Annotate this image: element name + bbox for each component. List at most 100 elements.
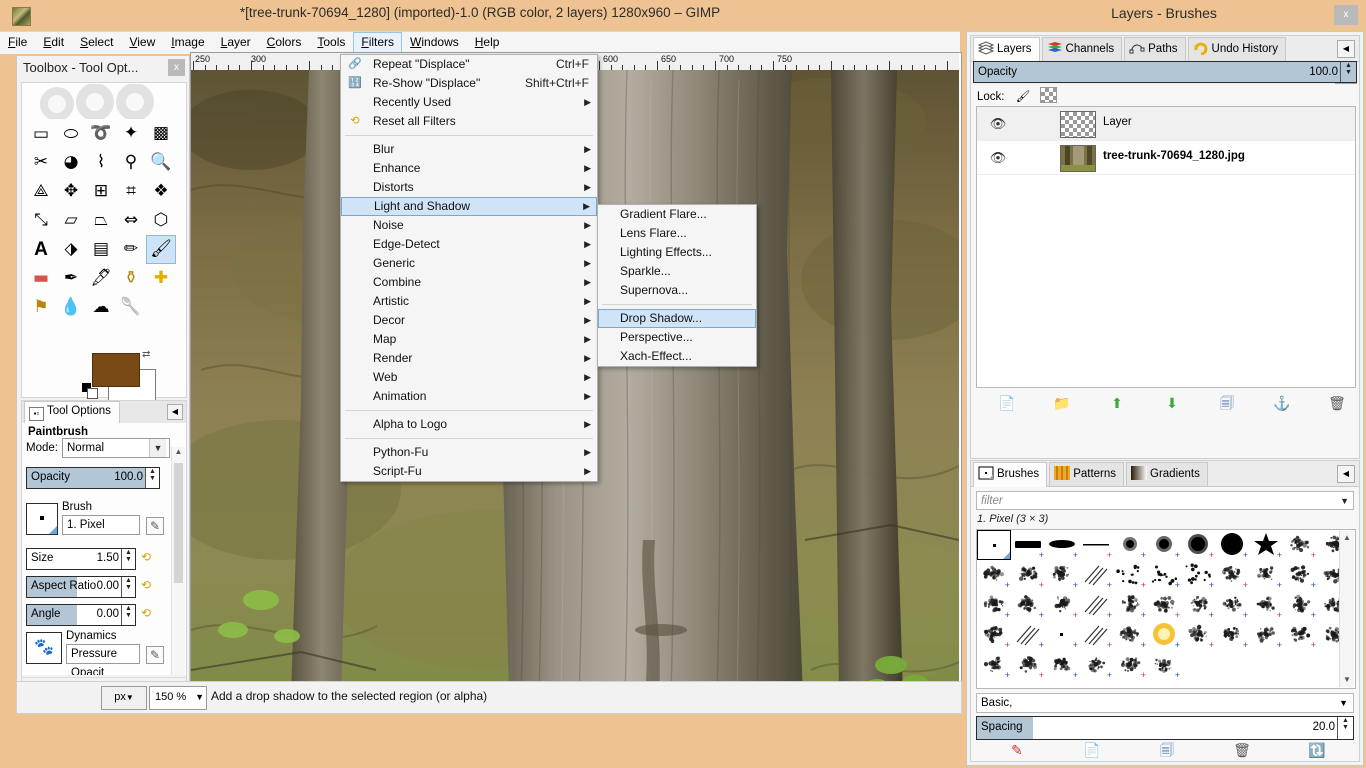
menu-item-xach-effect[interactable]: Xach-Effect... xyxy=(598,347,756,366)
shear-tool-icon[interactable]: ▱ xyxy=(56,206,86,235)
reset-angle-icon[interactable]: ⟲ xyxy=(141,606,157,622)
menu-help[interactable]: Help xyxy=(467,32,508,53)
menu-item-enhance[interactable]: Enhance ▶ xyxy=(341,159,597,178)
brush-cell[interactable] xyxy=(977,530,1011,560)
brush-cell[interactable]: + xyxy=(1249,560,1283,590)
duplicate-brush-icon[interactable]: 🗐 xyxy=(1156,740,1178,760)
pencil-tool-icon[interactable]: ✏ xyxy=(116,235,146,264)
table-row[interactable]: 👁 Layer xyxy=(977,107,1355,141)
foreground-select-tool-icon[interactable]: ◕ xyxy=(56,148,86,177)
lock-alpha-icon[interactable] xyxy=(1040,87,1057,103)
menu-item-generic[interactable]: Generic ▶ xyxy=(341,254,597,273)
brush-cell[interactable]: + xyxy=(1181,530,1215,560)
clone-tool-icon[interactable]: ⚱ xyxy=(116,264,146,293)
brush-grid[interactable]: ++++++++++++++++++++++++++++++++++++++++… xyxy=(976,529,1356,689)
layer-visibility-icon[interactable]: 👁 xyxy=(989,150,1007,164)
menu-item-render[interactable]: Render ▶ xyxy=(341,349,597,368)
table-row[interactable]: 👁 tree-trunk-70694_1280.jpg xyxy=(977,141,1355,175)
brush-cell[interactable]: + xyxy=(1011,620,1045,650)
brush-cell[interactable]: + xyxy=(1215,590,1249,620)
toolbox-close-button[interactable]: x xyxy=(168,59,185,76)
paths-tool-icon[interactable]: ⌇ xyxy=(86,148,116,177)
scissors-select-tool-icon[interactable]: ✂ xyxy=(26,148,56,177)
brush-cell[interactable]: + xyxy=(1147,650,1181,680)
fuzzy-select-tool-icon[interactable]: ✦ xyxy=(116,119,146,148)
default-colors-icon[interactable] xyxy=(82,383,98,397)
brush-cell[interactable]: + xyxy=(1045,650,1079,680)
brush-cell[interactable]: + xyxy=(1249,590,1283,620)
smudge-tool-icon[interactable]: ☁ xyxy=(86,293,116,322)
scroll-down-icon[interactable]: ▼ xyxy=(1340,673,1354,687)
brush-cell[interactable]: + xyxy=(1283,530,1317,560)
eraser-tool-icon[interactable]: ▬ xyxy=(26,264,56,293)
scroll-up-icon[interactable]: ▲ xyxy=(1340,531,1354,545)
paintbrush-tool-icon[interactable]: 🖌 xyxy=(146,235,176,264)
new-layer-group-icon[interactable]: 📁 xyxy=(1051,393,1073,413)
menu-item-lighting-effects[interactable]: Lighting Effects... xyxy=(598,243,756,262)
blur-sharpen-tool-icon[interactable]: 💧 xyxy=(56,293,86,322)
menu-windows[interactable]: Windows xyxy=(402,32,467,53)
chevron-down-icon[interactable]: ▼ xyxy=(1339,694,1348,713)
menu-item-distorts[interactable]: Distorts ▶ xyxy=(341,178,597,197)
brush-cell[interactable]: + xyxy=(1045,530,1079,560)
tab-patterns[interactable]: Patterns xyxy=(1049,462,1124,486)
brush-tag-combo[interactable]: Basic, ▼ xyxy=(976,693,1354,713)
size-spinner[interactable]: Size 1.50 ▲▼ xyxy=(26,548,136,570)
raise-layer-icon[interactable]: ⬆ xyxy=(1106,393,1128,413)
foreground-background-colors[interactable]: ⇄ xyxy=(80,353,160,401)
menu-item-edge-detect[interactable]: Edge-Detect ▶ xyxy=(341,235,597,254)
chevron-down-icon[interactable]: ▼ xyxy=(1340,492,1349,510)
brush-cell[interactable]: + xyxy=(1147,590,1181,620)
brush-cell[interactable]: + xyxy=(1113,560,1147,590)
opacity-spinner[interactable]: Opacity 100.0 ▲▼ xyxy=(26,467,160,489)
layer-buttons[interactable]: 📄 📁 ⬆ ⬇ 🗐 ⚓ 🗑 xyxy=(976,390,1354,416)
tab-brushes[interactable]: Brushes xyxy=(973,462,1047,487)
brush-cell[interactable]: + xyxy=(1011,590,1045,620)
brush-cell[interactable]: + xyxy=(1079,650,1113,680)
menu-item-combine[interactable]: Combine ▶ xyxy=(341,273,597,292)
bucket-fill-tool-icon[interactable]: ⬗ xyxy=(56,235,86,264)
brush-cell[interactable]: + xyxy=(977,650,1011,680)
menu-select[interactable]: Select xyxy=(72,32,121,53)
brush-cell[interactable]: + xyxy=(1113,590,1147,620)
cage-transform-tool-icon[interactable]: ⬡ xyxy=(146,206,176,235)
reset-size-icon[interactable]: ⟲ xyxy=(141,550,157,566)
brush-combo[interactable]: 1. Pixel xyxy=(62,515,140,535)
foreground-color-swatch[interactable] xyxy=(92,353,140,387)
unit-selector[interactable]: px▼ xyxy=(101,686,147,710)
brush-cell[interactable]: + xyxy=(1215,560,1249,590)
brush-filter-input[interactable]: filter ▼ xyxy=(976,491,1354,510)
brush-cell[interactable]: + xyxy=(1215,530,1249,560)
menu-filters[interactable]: Filters xyxy=(353,32,402,53)
brush-cell[interactable]: + xyxy=(1181,620,1215,650)
brush-cell[interactable]: + xyxy=(1079,560,1113,590)
select-by-color-tool-icon[interactable]: ▩ xyxy=(146,119,176,148)
lock-pixels-icon[interactable]: 🖌 xyxy=(1016,91,1031,103)
layers-dock-menu-button[interactable]: ◀ xyxy=(1337,40,1355,58)
menu-tools[interactable]: Tools xyxy=(309,32,353,53)
opacity-stepper[interactable]: ▲▼ xyxy=(145,468,159,488)
menu-item-gradient-flare[interactable]: Gradient Flare... xyxy=(598,205,756,224)
tab-layers[interactable]: Layers xyxy=(973,37,1040,62)
dynamics-selector[interactable]: 🐾 Dynamics Pressure Opacit ✎ xyxy=(26,630,176,670)
menu-item-supernova[interactable]: Supernova... xyxy=(598,281,756,300)
gradient-tool-icon[interactable]: ▤ xyxy=(86,235,116,264)
mode-combo[interactable]: Normal ▼ xyxy=(62,438,170,458)
free-select-tool-icon[interactable]: ➰ xyxy=(86,119,116,148)
perspective-tool-icon[interactable]: ⏢ xyxy=(86,206,116,235)
tab-gradients[interactable]: Gradients xyxy=(1126,462,1208,486)
brush-cell[interactable]: + xyxy=(1215,620,1249,650)
menu-item-reset-all-filters[interactable]: ⟲ Reset all Filters xyxy=(341,112,597,131)
edit-dynamics-icon[interactable]: ✎ xyxy=(146,646,164,664)
menu-item-repeat-displace[interactable]: 🔗 Repeat "Displace" Ctrl+F xyxy=(341,55,597,74)
tab-undo-history[interactable]: Undo History xyxy=(1188,37,1286,61)
menu-item-perspective[interactable]: Perspective... xyxy=(598,328,756,347)
menu-item-web[interactable]: Web ▶ xyxy=(341,368,597,387)
layer-list[interactable]: 👁 Layer 👁 xyxy=(976,106,1356,388)
menu-edit[interactable]: Edit xyxy=(35,32,72,53)
heal-tool-icon[interactable]: ✚ xyxy=(146,264,176,293)
menu-item-noise[interactable]: Noise ▶ xyxy=(341,216,597,235)
menu-item-animation[interactable]: Animation ▶ xyxy=(341,387,597,406)
tab-paths[interactable]: Paths xyxy=(1124,37,1185,61)
menu-item-recently-used[interactable]: Recently Used ▶ xyxy=(341,93,597,112)
